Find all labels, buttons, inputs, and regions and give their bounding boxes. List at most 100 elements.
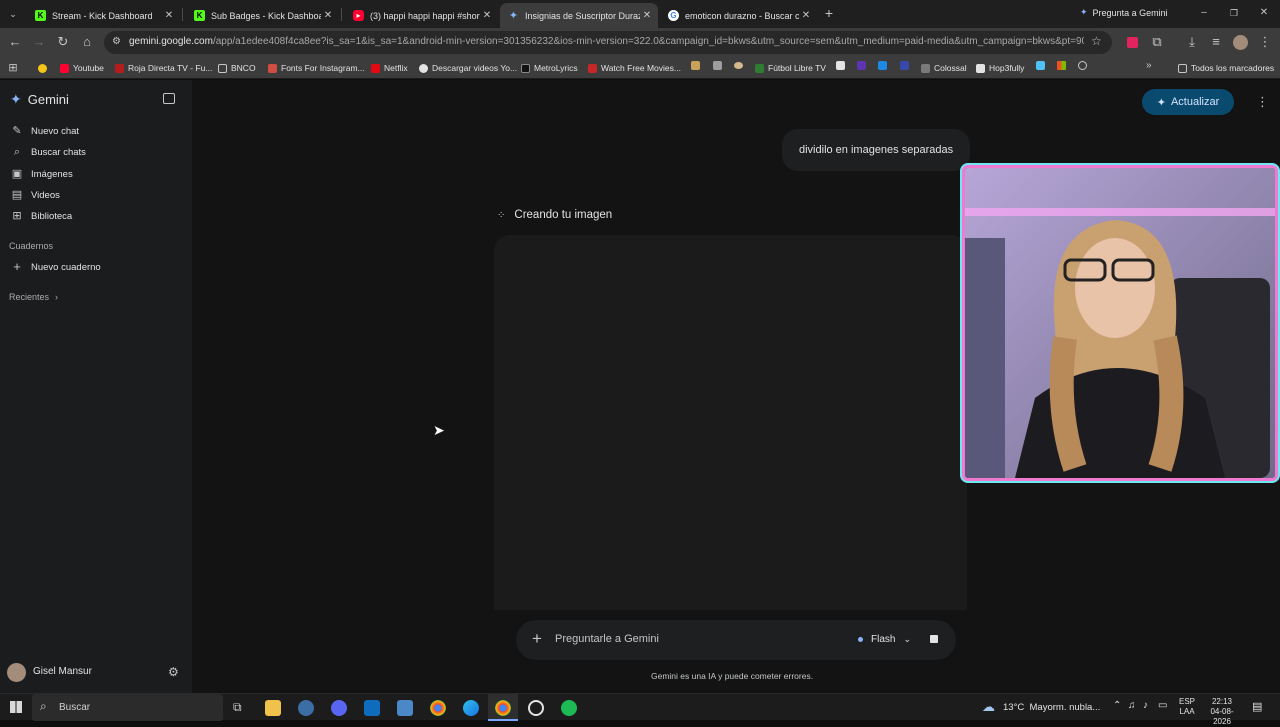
tab-emoticon-search[interactable]: G emoticon durazno - Buscar con ✕ bbox=[660, 3, 817, 28]
tab-title: (3) happi happi happi #shorts # bbox=[370, 10, 480, 21]
windows-start-icon[interactable] bbox=[10, 701, 22, 713]
close-icon[interactable]: ✕ bbox=[162, 10, 176, 21]
menu-icon[interactable]: ⋮ bbox=[1257, 34, 1273, 50]
download-icon[interactable]: ⤓ bbox=[1184, 34, 1200, 50]
close-icon[interactable]: ✕ bbox=[640, 10, 654, 21]
webcam-overlay bbox=[962, 165, 1278, 481]
app-icon[interactable] bbox=[528, 700, 544, 716]
spotify-icon[interactable] bbox=[561, 700, 577, 716]
new-notebook-button[interactable]: + Nuevo cuaderno bbox=[11, 259, 101, 275]
app-icon[interactable] bbox=[298, 700, 314, 716]
language-indicator[interactable]: ESP LAA bbox=[1179, 697, 1195, 717]
sidebar-item-videos[interactable]: ▤ Videos bbox=[11, 187, 60, 203]
tab-search-icon[interactable]: ⌄ bbox=[5, 6, 21, 22]
minimize-icon[interactable]: – bbox=[1196, 5, 1212, 21]
tab-sub-badges[interactable]: K Sub Badges - Kick Dashboard ✕ bbox=[186, 3, 339, 28]
bookmark-extra-icon[interactable] bbox=[1036, 61, 1045, 70]
chrome-icon[interactable] bbox=[495, 700, 511, 716]
tab-insignias[interactable]: ✦ Insignias de Suscriptor Durazni ✕ bbox=[500, 3, 658, 28]
bookmark-youtube[interactable]: Youtube bbox=[60, 61, 104, 75]
bookmark-extra-icon[interactable] bbox=[691, 61, 700, 70]
model-selector[interactable]: Flash ⌄ bbox=[858, 634, 911, 645]
apps-icon[interactable]: ⊞ bbox=[5, 60, 21, 76]
upgrade-button[interactable]: ✦ Actualizar bbox=[1142, 89, 1234, 115]
bookmark-colossal[interactable]: Colossal bbox=[921, 61, 967, 75]
site-info-icon[interactable]: ⚙ bbox=[112, 36, 121, 47]
home-icon[interactable]: ⌂ bbox=[79, 34, 95, 50]
bookmark-hop3fully[interactable]: Hop3fully bbox=[976, 61, 1024, 75]
bookmark-star-icon[interactable]: ☆ bbox=[1091, 34, 1102, 48]
user-avatar[interactable] bbox=[7, 663, 26, 682]
address-bar[interactable]: ⚙ gemini.google.com/app/a1edee408f4ca8ee… bbox=[104, 31, 1112, 54]
sidebar: ✦ Gemini ✎ Nuevo chat ⌕ Buscar chats ▣ Imág… bbox=[0, 80, 192, 693]
close-icon[interactable]: ✕ bbox=[321, 10, 335, 21]
settings-gear-icon[interactable]: ⚙ bbox=[168, 665, 179, 679]
bookmark-netflix[interactable]: Netflix bbox=[371, 61, 408, 75]
close-window-icon[interactable]: ✕ bbox=[1256, 5, 1272, 21]
gemini-logo[interactable]: ✦ Gemini bbox=[10, 91, 69, 108]
volume-icon[interactable]: ♪ bbox=[1143, 700, 1148, 711]
chevron-up-icon[interactable]: ⌃ bbox=[1113, 700, 1121, 711]
tab-stream-kick[interactable]: K Stream - Kick Dashboard ✕ bbox=[27, 3, 180, 28]
bookmark-fonts[interactable]: Fonts For Instagram... bbox=[268, 61, 365, 75]
bookmark-futbol-libre[interactable]: Fútbol Libre TV bbox=[755, 61, 826, 75]
ask-gemini-button[interactable]: ✦ Pregunta a Gemini bbox=[1080, 7, 1168, 18]
headset-icon[interactable]: ♫ bbox=[1128, 700, 1136, 711]
prompt-input[interactable]: Preguntarle a Gemini bbox=[555, 633, 659, 645]
bookmark-extra-icon[interactable] bbox=[857, 61, 866, 70]
task-view-icon[interactable]: ⧉ bbox=[233, 700, 242, 715]
outlook-icon[interactable] bbox=[364, 700, 380, 716]
bookmark-bnco[interactable]: BNCO bbox=[218, 61, 256, 75]
bookmark-extra-icon[interactable] bbox=[836, 61, 845, 70]
loading-sparkle-icon: ⁘ bbox=[497, 209, 506, 221]
app-icon[interactable] bbox=[397, 700, 413, 716]
bookmark-extra-icon[interactable] bbox=[713, 61, 722, 70]
bookmark-roja-directa[interactable]: Roja Directa TV - Fu... bbox=[115, 61, 212, 75]
tab-youtube-shorts[interactable]: ▸ (3) happi happi happi #shorts # ✕ bbox=[345, 3, 498, 28]
file-explorer-icon[interactable] bbox=[265, 700, 281, 716]
bookmark-metrolyrics[interactable]: MetroLyrics bbox=[521, 61, 578, 75]
media-control-icon[interactable]: ≡ bbox=[1208, 34, 1224, 50]
profile-avatar[interactable] bbox=[1233, 35, 1248, 50]
plus-icon: + bbox=[13, 259, 21, 274]
bookmark-extra-icon[interactable] bbox=[900, 61, 909, 70]
bookmark-descargar[interactable]: Descargar videos Yo... bbox=[419, 61, 517, 75]
microsoft-icon[interactable] bbox=[1057, 61, 1066, 70]
bookmark-watch-movies[interactable]: Watch Free Movies... bbox=[588, 61, 681, 75]
taskbar-search[interactable]: ⌕ Buscar bbox=[32, 694, 223, 721]
bookmark-extra-icon[interactable] bbox=[878, 61, 887, 70]
weather-text[interactable]: 13°C Mayorm. nubla... bbox=[1003, 702, 1100, 713]
back-icon[interactable]: ← bbox=[7, 34, 23, 50]
stop-generation-icon[interactable] bbox=[930, 635, 938, 643]
more-bookmarks-icon[interactable]: » bbox=[1146, 60, 1152, 71]
collapse-sidebar-icon[interactable] bbox=[163, 93, 175, 104]
reload-icon[interactable]: ↻ bbox=[55, 34, 71, 50]
bookmark-emoji[interactable] bbox=[38, 61, 51, 75]
all-bookmarks-folder[interactable]: Todos los marcadores bbox=[1178, 61, 1274, 75]
close-icon[interactable]: ✕ bbox=[480, 10, 494, 21]
recent-section[interactable]: Recientes › bbox=[9, 292, 58, 302]
discord-icon[interactable] bbox=[331, 700, 347, 716]
edge-icon[interactable] bbox=[463, 700, 479, 716]
new-tab-icon[interactable]: + bbox=[821, 5, 837, 21]
clock[interactable]: 22:13 04-08-2026 bbox=[1202, 697, 1242, 727]
chevron-right-icon: › bbox=[55, 292, 59, 302]
more-options-icon[interactable]: ⋮ bbox=[1256, 94, 1269, 110]
sidebar-item-images[interactable]: ▣ Imágenes bbox=[11, 166, 73, 182]
bookmark-extra-icon[interactable] bbox=[734, 62, 743, 69]
add-attachment-icon[interactable]: + bbox=[532, 629, 542, 649]
notifications-icon[interactable]: ▤ bbox=[1252, 700, 1262, 713]
sidebar-item-library[interactable]: ⊞ Biblioteca bbox=[11, 208, 72, 224]
restore-icon[interactable]: ❐ bbox=[1226, 5, 1242, 21]
url-text[interactable]: gemini.google.com/app/a1edee408f4ca8ee?i… bbox=[129, 36, 1084, 47]
bookmark-label: Watch Free Movies... bbox=[601, 63, 681, 73]
bookmark-extra-icon[interactable] bbox=[1078, 61, 1087, 70]
forward-icon[interactable]: → bbox=[31, 34, 47, 50]
sidebar-item-search-chats[interactable]: ⌕ Buscar chats bbox=[11, 144, 86, 160]
network-icon[interactable]: ▭ bbox=[1158, 700, 1167, 711]
close-icon[interactable]: ✕ bbox=[799, 10, 813, 21]
extensions-icon[interactable]: ⧉ bbox=[1149, 34, 1165, 50]
sidebar-item-new-chat[interactable]: ✎ Nuevo chat bbox=[11, 123, 79, 139]
chrome-icon[interactable] bbox=[430, 700, 446, 716]
extension-red-icon[interactable] bbox=[1127, 37, 1138, 48]
